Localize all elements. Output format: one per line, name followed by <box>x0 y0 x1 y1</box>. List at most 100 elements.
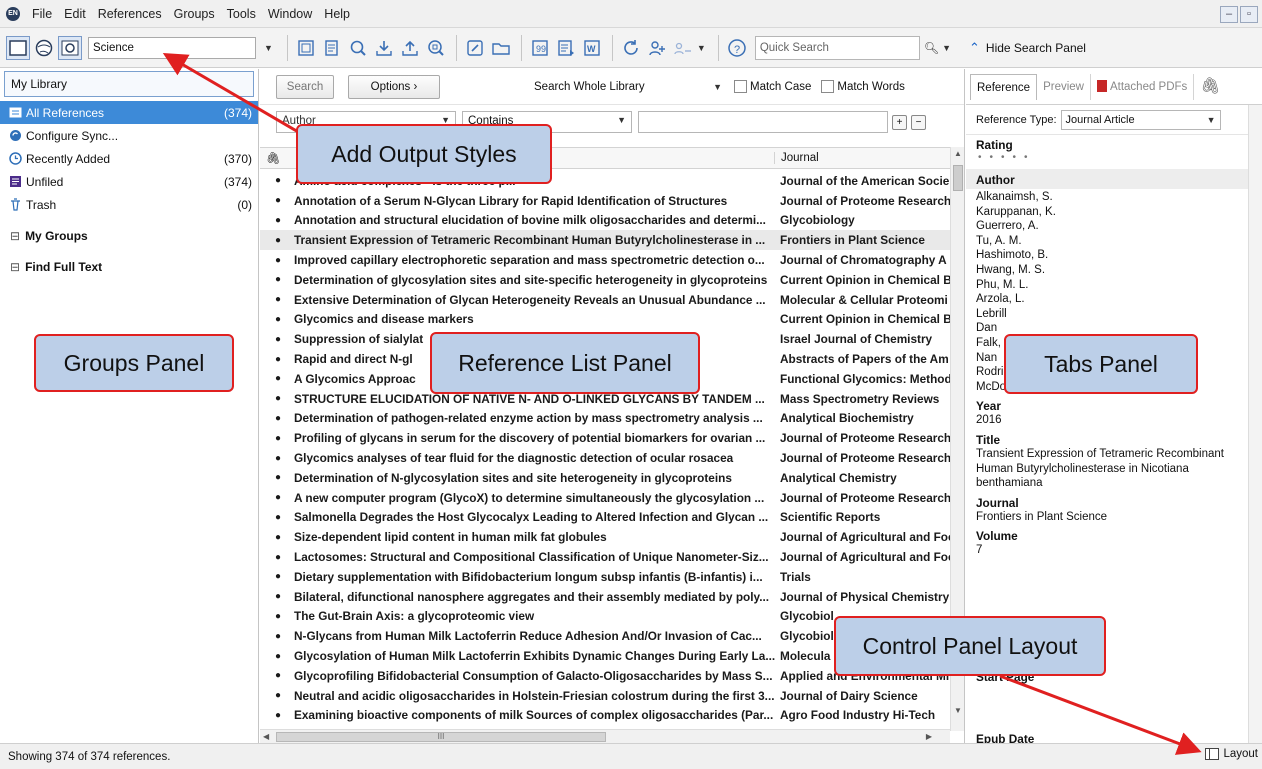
reference-row[interactable]: ● Glycomics and disease markers Current Op… <box>260 310 950 330</box>
volume-field[interactable]: Volume 7 <box>966 526 1262 560</box>
hide-search-panel-button[interactable]: ⌃ Hide Search Panel <box>969 40 1086 56</box>
return-to-word-icon[interactable]: W <box>580 36 604 60</box>
group-recently-added[interactable]: Recently Added (370) <box>0 147 258 170</box>
search-value-input[interactable] <box>638 111 888 133</box>
sync-icon[interactable] <box>619 36 643 60</box>
menu-references[interactable]: References <box>94 0 170 28</box>
reference-row[interactable]: ● Improved capillary electrophoretic sepa… <box>260 250 950 270</box>
online-search-mode-icon[interactable] <box>346 36 370 60</box>
reference-row[interactable]: ● Annotation of a Serum N-Glycan Library … <box>260 191 950 211</box>
find-full-text-icon[interactable] <box>424 36 448 60</box>
tab-reference[interactable]: Reference <box>970 73 1038 100</box>
epub-date-field[interactable]: Epub Date <box>966 729 1042 743</box>
reference-row[interactable]: ● Profiling of glycans in serum for the d… <box>260 428 950 448</box>
menu-edit[interactable]: Edit <box>60 0 94 28</box>
checkbox-box[interactable] <box>734 80 747 93</box>
tab-preview[interactable]: Preview <box>1037 73 1091 100</box>
new-reference-icon[interactable] <box>294 36 318 60</box>
scroll-down-icon[interactable]: ▼ <box>954 706 962 715</box>
output-style-select[interactable]: Science <box>88 36 256 59</box>
group-configure-sync[interactable]: Configure Sync... <box>0 124 258 147</box>
checkbox-box[interactable] <box>821 80 835 93</box>
paperclip-icon[interactable]: 🖇︎ <box>260 151 286 165</box>
group-trash[interactable]: Trash (0) <box>0 193 258 216</box>
reference-row[interactable]: ● Bilateral, difunctional nanosphere aggr… <box>260 587 950 607</box>
year-field[interactable]: Year 2016 <box>966 396 1262 430</box>
collapse-icon[interactable]: ⊟ <box>10 229 20 243</box>
online-search-icon[interactable] <box>32 36 56 60</box>
find-full-text-section[interactable]: ⊟ Find Full Text <box>0 251 258 282</box>
insert-citation-icon[interactable]: 99 <box>528 36 552 60</box>
search-button[interactable]: Search <box>276 74 334 99</box>
author-name: Phu, M. L. <box>976 278 1029 291</box>
chevron-down-icon[interactable]: ▼ <box>942 43 951 53</box>
reference-title: Glycosylation of Human Milk Lactoferrin … <box>294 649 776 664</box>
scroll-right-icon[interactable]: ▶ <box>926 732 932 741</box>
tabs-panel-scrollbar[interactable] <box>1248 105 1262 743</box>
quick-search-options[interactable]: 🔍︎ ▼ <box>924 41 951 55</box>
reference-row[interactable]: ● Salmonella Degrades the Host Glycocalyx… <box>260 508 950 528</box>
scroll-up-icon[interactable]: ▲ <box>954 149 962 158</box>
search-icon[interactable]: 🔍︎ <box>924 41 939 55</box>
remove-criterion-icon[interactable]: − <box>911 114 926 130</box>
open-file-icon[interactable] <box>489 36 513 60</box>
share-group-icon[interactable] <box>671 36 695 60</box>
rating-stars[interactable]: ••••• <box>976 152 1254 163</box>
reference-row[interactable]: ● Determination of glycosylation sites an… <box>260 270 950 290</box>
menu-tools[interactable]: Tools <box>223 0 264 28</box>
chevron-down-icon[interactable]: ▼ <box>697 43 706 53</box>
scrollbar-thumb[interactable]: III <box>276 732 606 742</box>
collapse-icon[interactable]: ⊟ <box>10 260 20 274</box>
minimize-icon[interactable]: – <box>1220 6 1238 23</box>
unread-dot-icon: ● <box>274 452 282 464</box>
journal-field[interactable]: Journal Frontiers in Plant Science <box>966 493 1262 527</box>
bibliography-icon[interactable] <box>320 36 344 60</box>
match-case-checkbox[interactable]: Match Case <box>734 80 811 93</box>
group-all-references[interactable]: All References (374) <box>0 101 258 124</box>
group-unfiled[interactable]: Unfiled (374) <box>0 170 258 193</box>
layout-button[interactable]: Layout <box>1205 748 1258 760</box>
library-title[interactable]: My Library <box>4 71 254 97</box>
title-field[interactable]: Title Transient Expression of Tetrameric… <box>966 430 1262 493</box>
search-scope-select[interactable]: Search Whole Library ▼ <box>534 76 724 98</box>
reference-row[interactable]: ● Glycomics analyses of tear fluid for th… <box>260 448 950 468</box>
open-link-icon[interactable] <box>463 36 487 60</box>
journal-column-header[interactable]: Journal <box>774 152 950 164</box>
add-criterion-icon[interactable]: + <box>892 114 907 130</box>
reference-row[interactable]: ● Lactosomes: Structural and Compositiona… <box>260 547 950 567</box>
reference-type-select[interactable]: Journal Article ▼ <box>1060 109 1221 130</box>
local-library-icon[interactable] <box>6 35 30 60</box>
reference-row[interactable]: ● Extensive Determination of Glycan Heter… <box>260 290 950 310</box>
restore-icon[interactable]: ▫ <box>1240 6 1258 23</box>
match-words-checkbox[interactable]: Match Words <box>821 80 905 93</box>
reference-row[interactable]: ● Annotation and structural elucidation o… <box>260 211 950 231</box>
horizontal-scrollbar[interactable]: ◀ III ▶ <box>260 729 950 743</box>
reference-row[interactable]: ● Determination of pathogen-related enzym… <box>260 409 950 429</box>
reference-row[interactable]: ● Examining bioactive components of milk … <box>260 706 950 726</box>
menu-file[interactable]: File <box>28 0 60 28</box>
chevron-down-icon[interactable]: ▼ <box>264 43 273 53</box>
menu-groups[interactable]: Groups <box>170 0 223 28</box>
menu-window[interactable]: Window <box>264 0 320 28</box>
reference-row[interactable]: ● Neutral and acidic oligosaccharides in … <box>260 686 950 706</box>
import-icon[interactable] <box>372 36 396 60</box>
unread-dot-icon: ● <box>274 690 282 702</box>
reference-row[interactable]: ● Size-dependent lipid content in human m… <box>260 527 950 547</box>
my-groups-section[interactable]: ⊟ My Groups <box>0 220 258 251</box>
options-button[interactable]: Options › <box>348 74 440 99</box>
paperclip-icon[interactable]: 🖇︎ <box>1194 74 1226 100</box>
integrated-library-icon[interactable] <box>58 35 82 60</box>
scroll-left-icon[interactable]: ◀ <box>263 732 269 741</box>
export-icon[interactable] <box>398 36 422 60</box>
tab-attached-pdfs[interactable]: Attached PDFs <box>1091 73 1195 100</box>
share-library-icon[interactable] <box>645 36 669 60</box>
format-bibliography-icon[interactable] <box>554 36 578 60</box>
menu-help[interactable]: Help <box>320 0 358 28</box>
reference-row[interactable]: ● Dietary supplementation with Bifidobact… <box>260 567 950 587</box>
reference-row[interactable]: ● Determination of N-glycosylation sites … <box>260 468 950 488</box>
reference-row[interactable]: ● A new computer program (GlycoX) to dete… <box>260 488 950 508</box>
scrollbar-thumb[interactable] <box>953 165 963 191</box>
reference-row[interactable]: ● Transient Expression of Tetrameric Reco… <box>260 230 950 251</box>
quick-search-input[interactable]: Quick Search <box>754 35 920 60</box>
help-icon[interactable]: ? <box>725 36 749 60</box>
